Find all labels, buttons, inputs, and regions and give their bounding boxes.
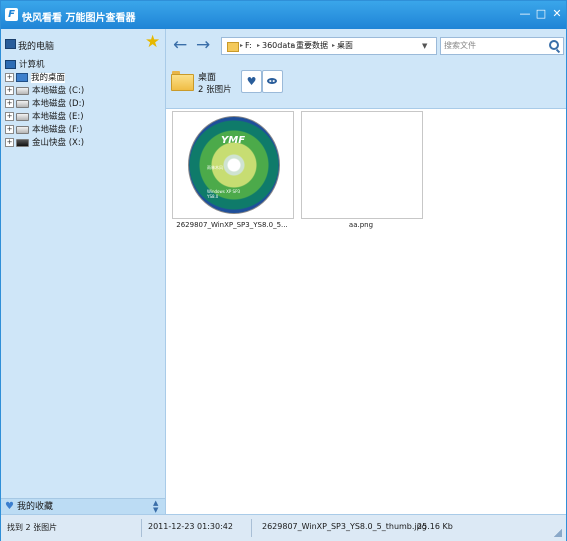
status-found-count: 找到 2 张图片	[7, 523, 58, 532]
sidebar-header: 我的电脑 ★	[1, 29, 165, 59]
expand-icon[interactable]: +	[5, 99, 14, 108]
tree-item-label: 我的桌面	[31, 73, 66, 83]
thumbnail-grid: YMF 雨林木风 Windows XP SP3 YS8.0 2629807_Win…	[166, 109, 566, 514]
tree-item-label: 本地磁盘 (F:)	[32, 125, 83, 135]
address-bar[interactable]: ▸ F: ▸ 360data ▸ 重要数据 ▸ 桌面 ▼	[221, 37, 437, 55]
search-box[interactable]	[440, 37, 564, 55]
tree-item-drive-e[interactable]: + 本地磁盘 (E:)	[5, 111, 84, 124]
tree-root-label: 计算机	[19, 60, 45, 70]
toolbar: ← → ▸ F: ▸ 360data ▸ 重要数据 ▸ 桌面 ▼ 桌面 2 张图…	[166, 29, 566, 109]
tree-item-desktop[interactable]: + 我的桌面	[5, 72, 66, 85]
thumbnail-filename: aa.png	[348, 221, 374, 229]
search-icon[interactable]	[549, 40, 559, 50]
forward-button[interactable]: →	[196, 36, 210, 54]
status-filename: 2629807_WinXP_SP3_YS8.0_5_thumb.jpg	[262, 522, 427, 531]
minimize-button[interactable]: —	[518, 7, 532, 21]
usb-drive-icon	[16, 138, 29, 147]
status-filesize: 25.16 Kb	[417, 522, 453, 531]
tree-item-drive-f[interactable]: + 本地磁盘 (F:)	[5, 124, 82, 137]
title-bar[interactable]: F 快风看看 万能图片查看器 — □ ✕	[1, 1, 566, 29]
favorites-bar[interactable]: ♥ 我的收藏 ▲ ▼	[1, 498, 165, 515]
cd-logo: YMF	[221, 135, 246, 146]
heart-icon: ♥	[246, 75, 257, 88]
breadcrumb-separator[interactable]: ▸	[332, 41, 335, 51]
eye-icon	[267, 78, 277, 84]
cd-label: 雨林木风	[207, 165, 223, 170]
close-button[interactable]: ✕	[550, 7, 564, 21]
tree-item-drive-c[interactable]: + 本地磁盘 (C:)	[5, 85, 84, 98]
status-divider	[251, 519, 252, 537]
tree-item-drive-d[interactable]: + 本地磁盘 (D:)	[5, 98, 85, 111]
app-window: F 快风看看 万能图片查看器 — □ ✕ 我的电脑 ★ 计算机 + 我的桌面 + 本…	[0, 0, 567, 541]
tree-item-drive-x[interactable]: + 金山快盘 (X:)	[5, 137, 84, 150]
status-divider	[141, 519, 142, 537]
drive-icon	[16, 125, 29, 134]
breadcrumb-drive[interactable]: F:	[245, 41, 252, 51]
breadcrumb-desktop[interactable]: 桌面	[337, 41, 353, 51]
window-title: 快风看看 万能图片查看器	[22, 13, 136, 24]
expand-collapse-icon[interactable]: ▲ ▼	[153, 500, 158, 514]
status-date: 2011-12-23 01:30:42	[148, 522, 233, 531]
current-folder-name: 桌面	[198, 73, 217, 83]
resize-grip[interactable]	[554, 529, 562, 537]
preview-button[interactable]	[262, 70, 283, 93]
folder-icon	[171, 71, 194, 91]
computer-icon	[5, 60, 16, 69]
star-icon[interactable]: ★	[145, 33, 160, 51]
expand-icon[interactable]: +	[5, 112, 14, 121]
favorites-label: 我的收藏	[17, 502, 54, 512]
expand-icon[interactable]: +	[5, 86, 14, 95]
tree-item-label: 本地磁盘 (C:)	[32, 86, 85, 96]
tree-item-label: 本地磁盘 (E:)	[32, 112, 84, 122]
breadcrumb-separator[interactable]: ▸	[291, 41, 294, 51]
app-logo-icon: F	[5, 8, 18, 21]
drive-icon	[16, 99, 29, 108]
tree-root-computer[interactable]: 计算机	[5, 59, 45, 72]
breadcrumb-important-data[interactable]: 重要数据	[296, 41, 328, 51]
expand-icon[interactable]: +	[5, 73, 14, 82]
drive-icon	[16, 86, 29, 95]
thumbnail-filename: 2629807_WinXP_SP3_YS8.0_5...	[176, 221, 288, 229]
cd-version: Windows XP SP3 YS8.0	[207, 189, 241, 199]
desktop-icon	[16, 73, 28, 82]
sidebar-title: 我的电脑	[18, 42, 55, 52]
search-input[interactable]	[444, 39, 539, 52]
favorite-button[interactable]: ♥	[241, 70, 262, 93]
folder-icon	[227, 42, 239, 52]
chevron-down-icon[interactable]: ▼	[422, 41, 427, 51]
image-count: 2 张图片	[198, 85, 232, 95]
maximize-button[interactable]: □	[534, 7, 548, 21]
thumbnail-item[interactable]	[301, 111, 423, 219]
thumbnail-item[interactable]: YMF 雨林木风 Windows XP SP3 YS8.0	[172, 111, 294, 219]
status-bar: 找到 2 张图片 2011-12-23 01:30:42 2629807_Win…	[1, 514, 566, 541]
tree-item-label: 金山快盘 (X:)	[32, 138, 85, 148]
expand-icon[interactable]: +	[5, 138, 14, 147]
drive-icon	[16, 112, 29, 121]
back-button[interactable]: ←	[173, 36, 187, 54]
breadcrumb-separator: ▸	[240, 42, 244, 49]
heart-icon: ♥	[5, 501, 14, 512]
sidebar: 我的电脑 ★ 计算机 + 我的桌面 + 本地磁盘 (C:) + 本地磁盘 (D:) +…	[1, 29, 166, 515]
expand-icon[interactable]: +	[5, 125, 14, 134]
cd-image: YMF 雨林木风 Windows XP SP3 YS8.0	[188, 116, 280, 214]
tree-item-label: 本地磁盘 (D:)	[32, 99, 85, 109]
computer-icon	[5, 39, 16, 49]
breadcrumb-separator[interactable]: ▸	[257, 41, 260, 51]
